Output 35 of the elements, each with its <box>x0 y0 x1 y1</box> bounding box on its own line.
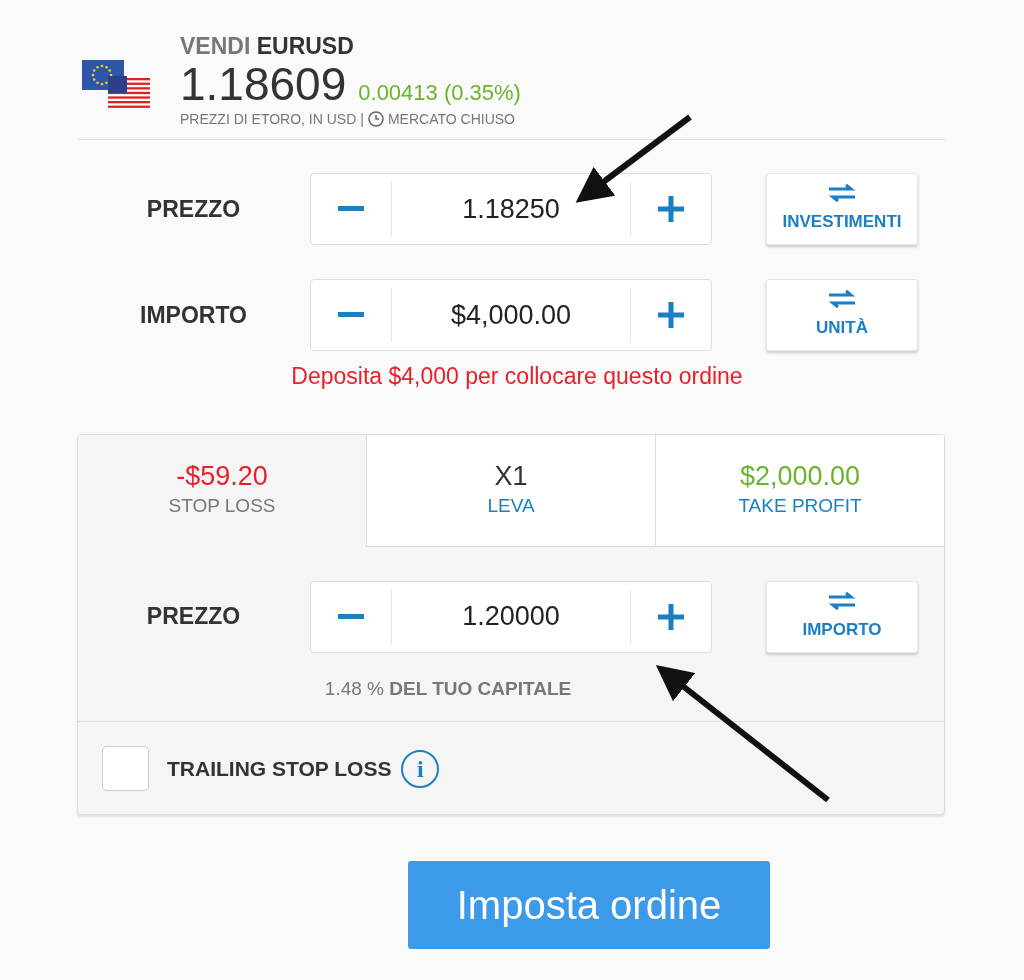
tab[interactable]: X1 LEVA <box>366 434 655 547</box>
instrument-title: VENDI EURUSD <box>180 33 355 59</box>
price-note: PREZZI DI ETORO, IN USD <box>180 110 357 129</box>
plus-icon <box>658 302 684 328</box>
price-text: 1.18609 <box>180 59 347 109</box>
checkbox[interactable] <box>102 746 149 791</box>
info-icon[interactable]: i <box>401 749 440 788</box>
checkbox-label: TRAILING STOP LOSS <box>167 755 392 782</box>
tab[interactable]: $2,000.00 TAKE PROFIT <box>655 434 944 547</box>
clock-icon <box>367 111 384 127</box>
minus-icon <box>338 312 364 318</box>
switch-button[interactable]: INVESTIMENTI <box>766 173 918 245</box>
submit-button[interactable]: Imposta ordine <box>408 860 770 949</box>
minus-icon <box>338 613 364 620</box>
tab[interactable]: -$59.20 STOP LOSS <box>78 434 366 547</box>
swap-icon <box>827 289 857 310</box>
flags-icon <box>82 60 152 110</box>
field-label: PREZZO <box>145 602 242 632</box>
price-change: 0.00413 (0.35%) <box>358 79 521 107</box>
field-label: PREZZO <box>145 194 242 224</box>
stepper-field[interactable]: $4,000.00 <box>310 279 712 351</box>
capital-note: 1.48 % DEL TUO CAPITALE <box>323 676 573 701</box>
stepper-field[interactable]: 1.18250 <box>310 173 712 245</box>
stepper-field[interactable]: 1.20000 <box>310 580 712 653</box>
swap-icon <box>827 183 857 204</box>
plus-icon <box>658 196 684 222</box>
plus-icon <box>658 603 684 630</box>
switch-button[interactable]: IMPORTO <box>766 580 918 653</box>
warning-text: Deposita $4,000 per collocare questo ordine <box>290 362 744 391</box>
swap-icon <box>827 590 857 611</box>
separator-text: | <box>360 110 364 129</box>
switch-button[interactable]: UNITÀ <box>766 279 918 351</box>
field-label: IMPORTO <box>139 300 248 330</box>
market-status: MERCATO CHIUSO <box>387 110 515 129</box>
minus-icon <box>338 206 364 212</box>
